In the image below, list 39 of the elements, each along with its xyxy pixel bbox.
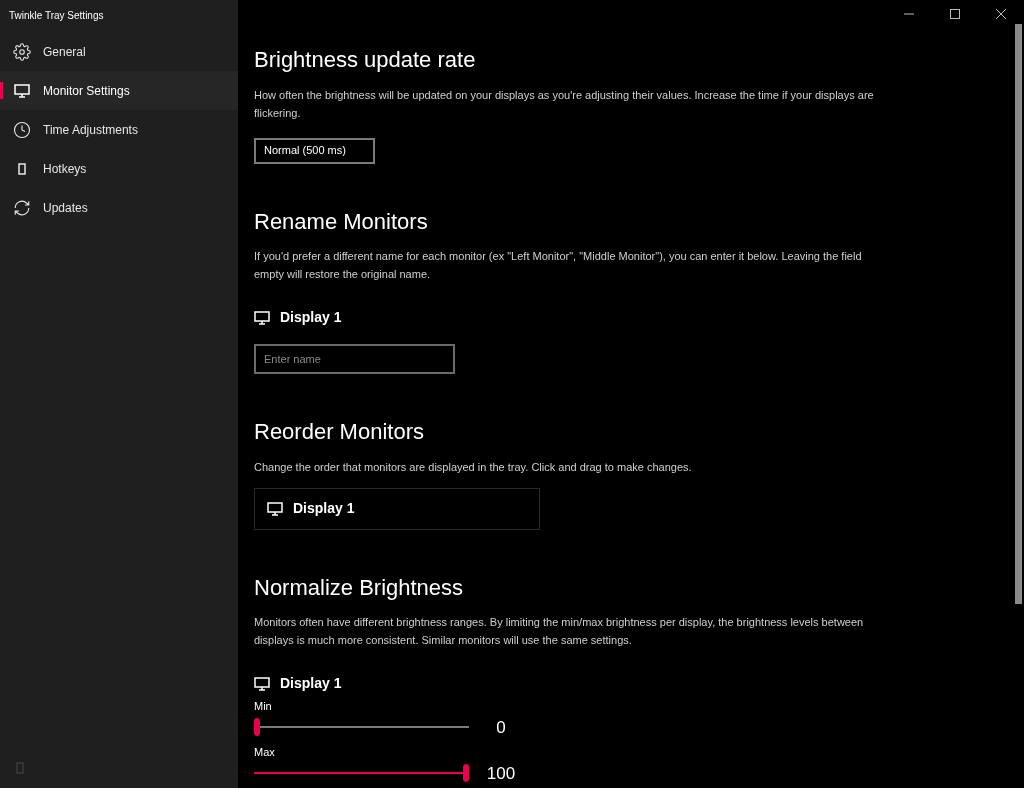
sidebar-item[interactable]: Monitor Settings — [0, 71, 238, 110]
section-description: If you'd prefer a different name for each monitor (ex "Left Monitor", "Middle Monitor"), you can enter it below. Leaving the field empty will restore the original name. — [254, 249, 863, 282]
sidebar-item[interactable]: Time Adjustments — [0, 110, 238, 149]
section-description: Change the order that monitors are displayed in the tray. Click and drag to make changes. — [254, 459, 693, 475]
sidebar-item[interactable]: Updates — [0, 188, 238, 227]
scrollbar[interactable] — [1015, 24, 1022, 604]
rate-dropdown[interactable]: Normal (500 ms) — [254, 137, 375, 164]
section-description: How often the brightness will be updated on your displays as you're adjusting their values. Increase the time if your displays are flickering. — [254, 87, 875, 121]
slider-track[interactable] — [254, 763, 469, 784]
refresh-icon — [13, 198, 31, 217]
monitor-icon — [254, 676, 270, 691]
slider-value: 100 — [485, 762, 517, 785]
slider-track[interactable] — [254, 717, 469, 738]
monitor-icon — [14, 83, 30, 98]
monitor-icon — [254, 310, 270, 325]
section-description: Monitors often have different brightness ranges. By limiting the min/max brightness per display, the brightness levels between displays is much more consistent. Similar monitors will use the same settings. — [254, 615, 865, 648]
display-name: Display 1 — [280, 308, 342, 327]
slider-thumb[interactable] — [254, 718, 260, 737]
reorder-card[interactable]: Display 1 — [254, 487, 540, 530]
section-heading: Reorder Monitors — [254, 418, 425, 446]
section-heading: Normalize Brightness — [254, 573, 465, 601]
phone-icon — [18, 162, 26, 175]
slider-value: 0 — [495, 716, 507, 739]
slider-label: Max — [254, 745, 275, 760]
phone-icon — [16, 762, 24, 774]
slider-thumb[interactable] — [463, 764, 469, 783]
close-icon — [996, 9, 1006, 19]
settings-icon — [13, 42, 31, 61]
display-name: Display 1 — [280, 674, 342, 693]
sidebar-item[interactable]: General — [0, 32, 238, 71]
name-input-field[interactable]: Enter name — [254, 344, 455, 374]
monitor-icon — [267, 501, 283, 516]
sidebar-item[interactable]: Hotkeys — [0, 149, 238, 188]
clock-icon — [13, 120, 31, 139]
section-heading: Rename Monitors — [254, 207, 429, 235]
slider-label: Min — [254, 699, 272, 714]
section-heading: Brightness update rate — [254, 46, 477, 74]
window-title: Twinkle Tray Settings — [9, 9, 104, 23]
maximize-icon — [950, 9, 960, 19]
